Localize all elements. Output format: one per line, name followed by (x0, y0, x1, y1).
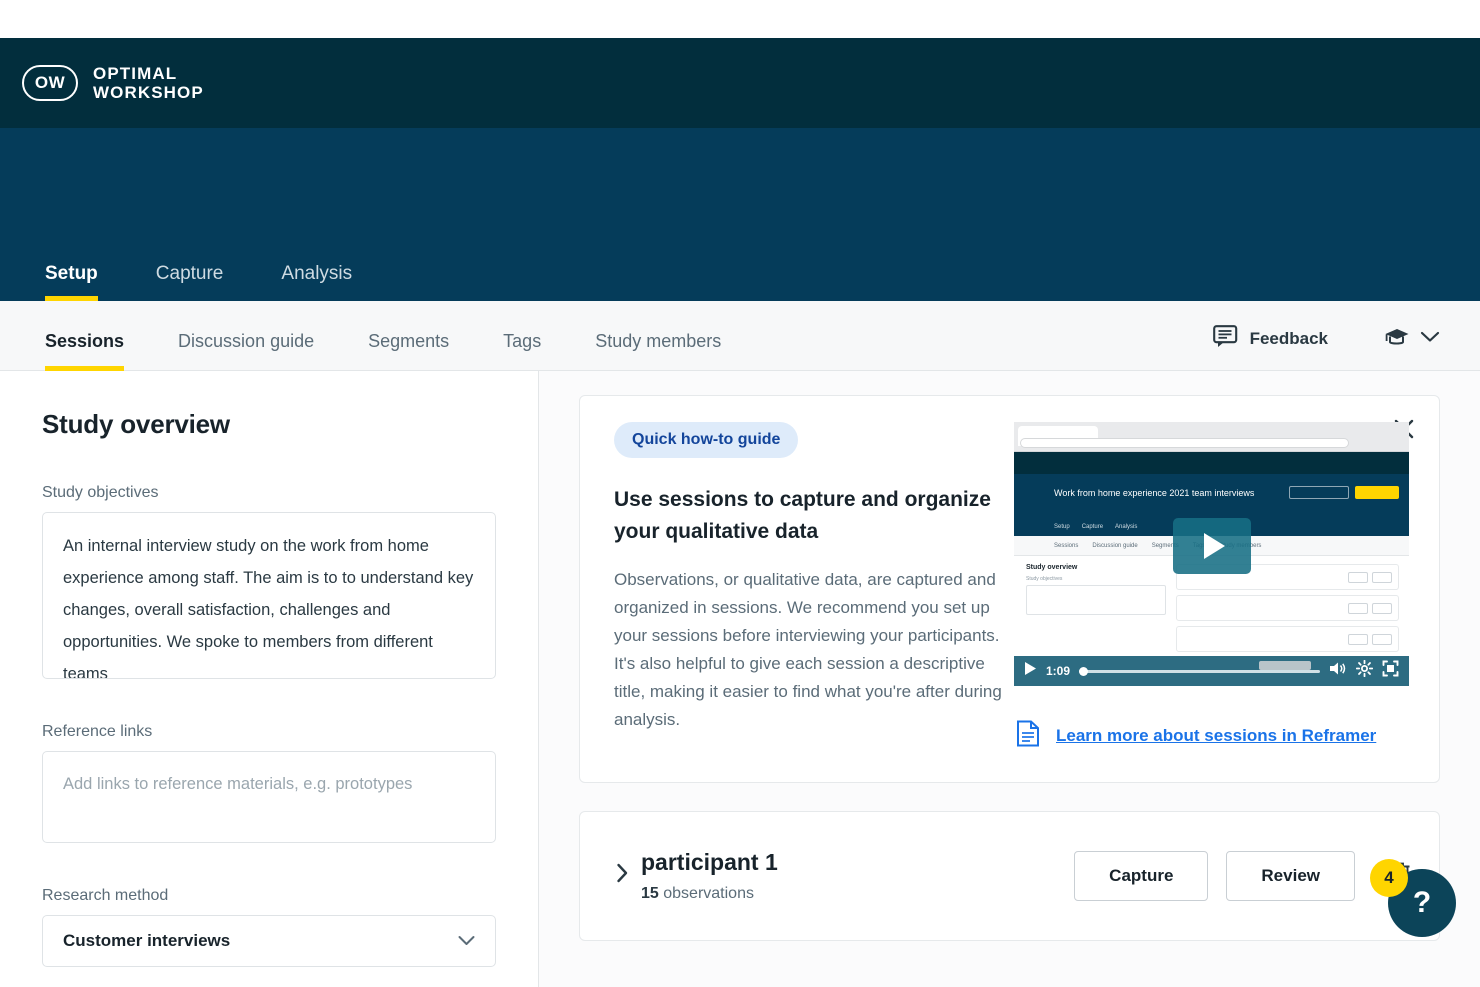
thumbnail-tab-setup: Setup (1054, 524, 1070, 530)
thumbnail-session-row (1176, 595, 1399, 621)
observation-count: 15 (641, 885, 659, 902)
feedback-label: Feedback (1249, 329, 1328, 348)
guide-body-text: Observations, or qualitative data, are c… (614, 570, 1002, 729)
reference-links-label: Reference links (42, 723, 153, 740)
brand-name-line2: WORKSHOP (93, 83, 204, 102)
chevron-down-icon (1420, 330, 1440, 348)
logo[interactable]: OW OPTIMAL WORKSHOP (22, 64, 204, 102)
chevron-right-icon[interactable] (604, 857, 641, 895)
learn-more-link[interactable]: Learn more about sessions in Reframer (1056, 726, 1376, 746)
thumbnail-mini-button (1372, 571, 1392, 583)
thumbnail-brand-bar (1014, 452, 1409, 474)
subtab-discussion-guide[interactable]: Discussion guide (178, 331, 314, 370)
capture-button[interactable]: Capture (1074, 851, 1209, 901)
research-method-field: Research method Customer interviews (42, 887, 496, 967)
thumbnail-mini-button (1348, 571, 1368, 583)
thumbnail-field-input (1026, 585, 1166, 615)
participant-name: participant 1 (641, 849, 778, 875)
brand-name-line1: OPTIMAL (93, 64, 178, 83)
thumbnail-tab-capture: Capture (1081, 524, 1104, 530)
research-method-value: Customer interviews (63, 931, 231, 950)
gear-icon[interactable] (1355, 659, 1374, 682)
subtab-sessions[interactable]: Sessions (45, 331, 125, 371)
volume-icon[interactable] (1329, 661, 1347, 681)
help-badge-count: 4 (1370, 859, 1408, 897)
research-method-select[interactable]: Customer interviews (42, 915, 496, 967)
tab-setup[interactable]: Setup (45, 263, 98, 301)
thumbnail-tab-analysis: Analysis (1115, 524, 1138, 530)
graduation-cap-icon (1384, 327, 1410, 352)
thumbnail-session-row (1176, 626, 1399, 652)
primary-tab-bar: Setup Capture Analysis (45, 241, 410, 301)
secondary-nav: Sessions Discussion guide Segments Tags … (0, 301, 1480, 371)
page-title: Study overview (42, 409, 230, 439)
thumbnail-mini-button (1372, 633, 1392, 645)
ow-logo-icon: OW (22, 65, 78, 101)
study-objectives-field: Study objectives An internal interview s… (42, 484, 496, 679)
secondary-nav-actions: Feedback (1212, 325, 1440, 370)
brand-bar: OW OPTIMAL WORKSHOP (0, 38, 1480, 128)
feedback-button[interactable]: Feedback (1212, 325, 1328, 353)
guide-text-column: Quick how-to guide Use sessions to captu… (614, 422, 1004, 752)
secondary-nav-tabs: Sessions Discussion guide Segments Tags … (45, 301, 775, 371)
subtab-segments[interactable]: Segments (368, 331, 449, 370)
thumbnail-mini-button (1348, 633, 1368, 645)
thumbnail-primary-button (1355, 486, 1399, 499)
speech-bubble-icon (1212, 325, 1238, 353)
learn-more-row[interactable]: Learn more about sessions in Reframer (1016, 720, 1409, 752)
video-progress-bar[interactable] (1079, 660, 1320, 676)
guide-heading: Use sessions to capture and organize you… (614, 488, 991, 543)
thumbnail-tabs: Setup Capture Analysis (1054, 524, 1137, 530)
thumbnail-mini-button (1372, 602, 1392, 614)
video-progress-handle[interactable] (1079, 666, 1089, 676)
hero-band: Setup Capture Analysis (0, 128, 1480, 301)
learning-menu-button[interactable] (1384, 327, 1440, 352)
video-play-button[interactable] (1172, 518, 1251, 575)
logo-mark-text: OW (34, 73, 66, 92)
thumbnail-mini-button (1348, 602, 1368, 614)
tab-analysis[interactable]: Analysis (281, 263, 352, 301)
reference-links-field: Reference links Add links to reference m… (42, 723, 496, 843)
guide-media-column: Work from home experience 2021 team inte… (1014, 422, 1409, 752)
video-time: 1:09 (1046, 664, 1071, 678)
video-tooltip (1259, 660, 1312, 670)
tab-capture[interactable]: Capture (156, 263, 224, 301)
brand-name: OPTIMAL WORKSHOP (93, 64, 204, 102)
subtab-tags[interactable]: Tags (503, 331, 541, 370)
question-mark-icon: ? (1412, 886, 1432, 919)
play-icon (1203, 533, 1225, 560)
participant-row: participant 1 15 observations Capture Re… (579, 811, 1440, 941)
play-icon[interactable] (1024, 661, 1037, 681)
thumbnail-field-label: Study objectives (1026, 576, 1063, 582)
how-to-guide-card: Quick how-to guide Use sessions to captu… (579, 395, 1440, 783)
observation-label: observations (663, 885, 754, 902)
participant-info: participant 1 15 observations (641, 849, 778, 903)
video-controls: 1:09 (1014, 656, 1409, 686)
reference-links-input[interactable]: Add links to reference materials, e.g. p… (42, 751, 496, 843)
subtab-study-members[interactable]: Study members (595, 331, 721, 370)
app-root: OW OPTIMAL WORKSHOP Setup Capture Analys… (0, 0, 1480, 987)
study-overview-panel: Study overview Study objectives An inter… (0, 371, 539, 987)
study-objectives-input[interactable]: An internal interview study on the work … (42, 512, 496, 679)
research-method-label: Research method (42, 887, 169, 904)
how-to-video-player[interactable]: Work from home experience 2021 team inte… (1014, 422, 1409, 686)
thumbnail-address-bar (1020, 438, 1349, 448)
thumbnail-subtab-guide: Discussion guide (1092, 542, 1138, 549)
fullscreen-icon[interactable] (1382, 660, 1399, 682)
help-button[interactable]: ? 4 (1370, 859, 1456, 937)
thumbnail-secondary-button (1289, 486, 1349, 499)
participant-actions: Capture Review (1074, 851, 1411, 901)
chevron-down-icon (458, 931, 475, 951)
study-objectives-label: Study objectives (42, 484, 159, 501)
thumbnail-study-title: Work from home experience 2021 team inte… (1054, 488, 1255, 498)
thumbnail-browser-chrome (1014, 422, 1409, 452)
document-icon (1016, 720, 1040, 752)
guide-pill-badge: Quick how-to guide (614, 422, 799, 458)
main-content: Study overview Study objectives An inter… (0, 371, 1480, 987)
sessions-panel: Quick how-to guide Use sessions to captu… (539, 371, 1480, 987)
participant-observations: 15 observations (641, 885, 778, 903)
review-button[interactable]: Review (1226, 851, 1355, 901)
thumbnail-subtab-sessions: Sessions (1054, 542, 1079, 549)
thumbnail-panel-title: Study overview (1026, 564, 1078, 571)
